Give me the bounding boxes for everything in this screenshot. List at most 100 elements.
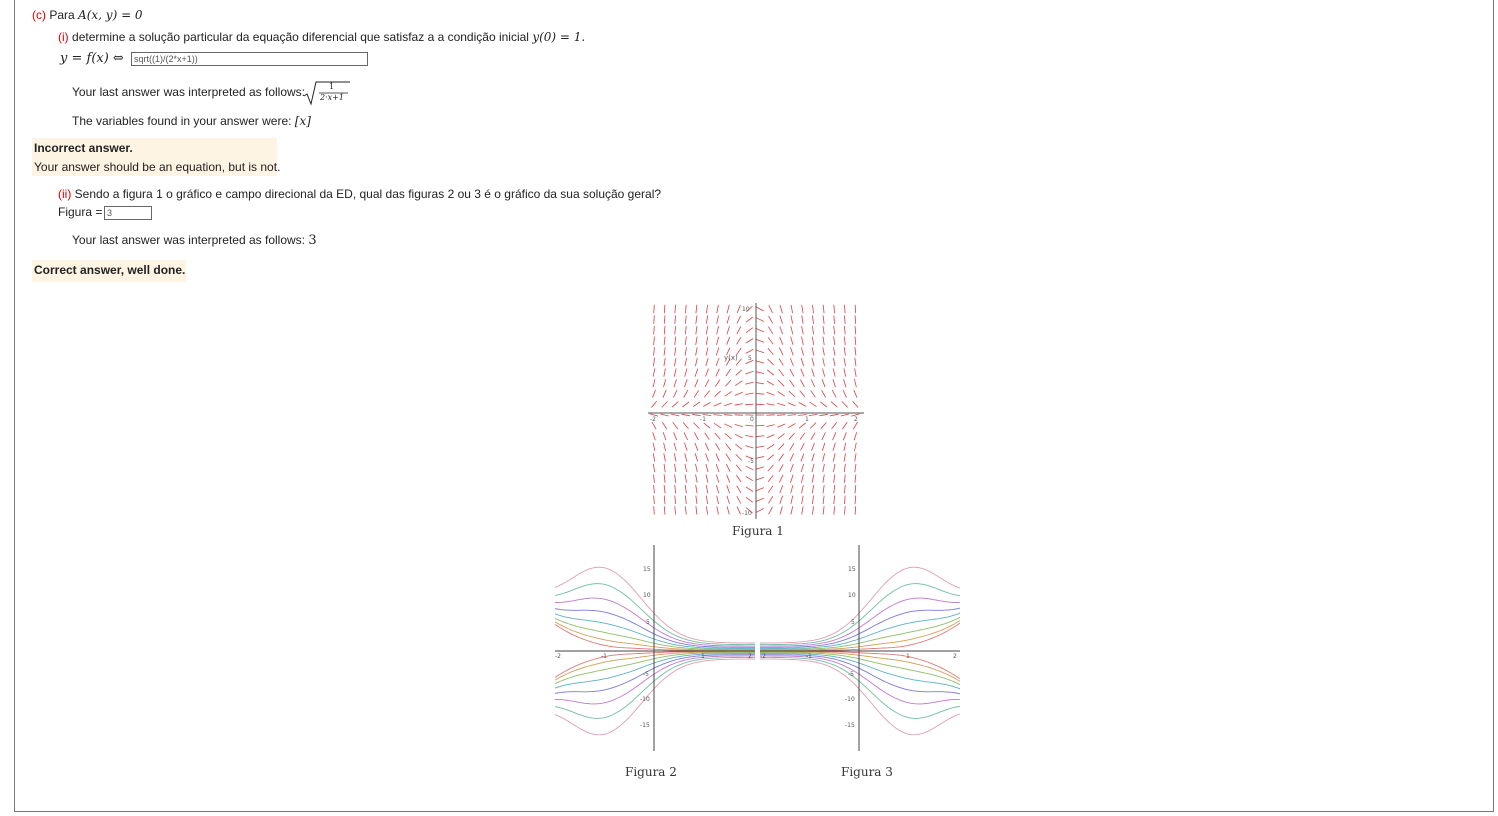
field-arrow [755,360,765,364]
field-arrow [716,304,719,314]
field-arrow [684,325,687,335]
field-arrow [778,453,784,462]
field-arrow [778,464,784,472]
field-arrow [832,442,836,451]
field-arrow [842,389,847,398]
field-arrow [811,463,815,473]
answer-input-ii[interactable]: 3 [104,206,152,220]
field-arrow [716,474,720,483]
field-arrow [715,453,720,462]
field-arrow [652,453,656,462]
field-arrow [726,336,731,345]
field-arrow [822,463,825,473]
field-arrow [673,379,677,388]
field-arrow [716,315,719,324]
fig1-tick-y-top: 10 [742,306,750,313]
fig1-tick-x-zero: 0 [750,416,754,423]
field-arrow [663,484,666,494]
field-arrow [779,506,783,515]
field-arrow [705,463,709,473]
field-arrow [735,369,743,376]
field-arrow [704,390,710,398]
field-arrow [735,464,742,472]
field-arrow [674,506,676,515]
field-arrow [832,368,836,377]
field-arrow [833,347,836,356]
field-arrow [801,315,804,324]
field-arrow [790,315,794,324]
field-arrow [745,424,754,427]
field-arrow [766,391,775,396]
field-arrow [810,390,816,398]
field-arrow [671,413,680,417]
field-arrow [736,474,742,483]
field-arrow [811,453,815,462]
field-arrow [705,506,709,515]
field-arrow [811,326,815,335]
field-arrow [652,368,656,377]
field-arrow [821,379,826,388]
field-arrow [745,403,754,406]
field-arrow [842,432,847,441]
field-arrow [779,326,783,335]
field-arrow [674,463,677,473]
field-arrow [683,389,689,398]
field-arrow [843,474,846,483]
field-arrow [854,347,857,356]
field-arrow [662,432,667,441]
field-arrow [790,347,794,356]
field-arrow [812,315,814,324]
field-arrow [705,453,709,462]
field-arrow [852,421,858,430]
fig1-y-label: y(x) [724,354,738,362]
field-arrow [854,357,857,367]
field-arrow [854,453,857,462]
field-arrow [756,306,764,312]
field-arrow [787,423,796,429]
field-arrow [653,506,655,515]
field-arrow [790,326,794,335]
field-arrow [714,432,721,440]
field-arrow [800,453,805,462]
interpreted-text-i: Your last answer was interpreted as foll… [72,85,306,99]
field-arrow [695,347,698,356]
field-arrow [653,347,655,356]
field-arrow [745,496,754,503]
field-arrow [779,485,784,494]
field-arrow [653,325,655,335]
field-arrow [663,379,667,388]
field-arrow [788,390,796,397]
fig2-tick-yn10: -10 [640,696,650,703]
field-arrow [790,495,794,504]
field-arrow [705,357,709,367]
field-arrow [800,357,805,367]
field-arrow [684,368,688,377]
field-arrow [653,357,655,367]
field-arrow [673,453,677,462]
fig1-tick-x-pos1: 1 [805,416,809,423]
field-arrow [798,422,806,429]
field-arrow [833,474,836,483]
solution-curve [760,656,960,719]
field-arrow [672,421,679,430]
answer-input-i[interactable]: sqrt((1)/(2*x+1)) [131,52,368,66]
field-arrow [726,304,730,314]
field-arrow [779,336,784,345]
field-arrow [716,484,720,494]
field-arrow [801,326,804,335]
figura-prefix: Figura = [58,205,103,219]
field-arrow [833,495,836,505]
field-arrow [767,358,774,366]
field-arrow [715,347,720,356]
field-arrow [854,379,857,388]
fig1-tick-y-bottom: -10 [742,510,752,517]
part-c-header: (c) Para A(x, y) = 0 [32,8,143,22]
solution-curve [760,583,960,646]
field-arrow [745,316,753,323]
field-arrow [745,349,754,354]
feedback-correct-title: Correct answer, well done. [34,263,186,277]
field-arrow [809,401,817,408]
field-arrow [833,357,836,367]
field-arrow [736,485,742,494]
field-arrow [736,506,741,515]
